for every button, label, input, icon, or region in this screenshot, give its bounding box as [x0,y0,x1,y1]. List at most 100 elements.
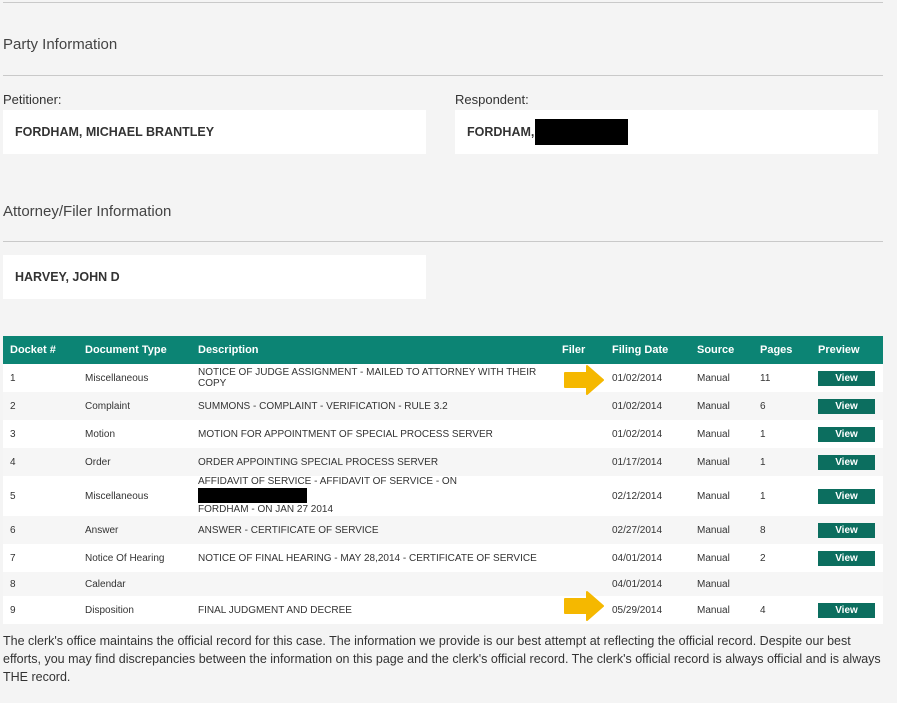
redaction-block [535,119,629,145]
document-type: Order [85,456,111,468]
pages: 2 [760,552,766,564]
petitioner-box: FORDHAM, MICHAEL BRANTLEY [3,110,426,154]
source: Manual [697,552,730,564]
attorney-info-title: Attorney/Filer Information [3,203,172,220]
source: Manual [697,490,730,502]
preview-cell: View [811,448,883,476]
table-row: 6 Answer ANSWER - CERTIFICATE OF SERVICE… [3,516,883,544]
pages: 1 [760,490,766,502]
table-row: 3 Motion MOTION FOR APPOINTMENT OF SPECI… [3,420,883,448]
preview-cell: View [811,392,883,420]
docket-number: 2 [10,400,16,412]
col-header-pages[interactable]: Pages [753,336,811,364]
filer [555,516,605,544]
source: Manual [697,604,730,616]
col-header-preview[interactable]: Preview [811,336,883,364]
pages: 8 [760,524,766,536]
description: SUMMONS - COMPLAINT - VERIFICATION - RUL… [198,400,448,412]
table-row: 9 Disposition FINAL JUDGMENT AND DECREE … [3,596,883,624]
docket-table: Docket # Document Type Description Filer… [3,336,883,624]
preview-cell [811,572,883,596]
table-row: 8 Calendar 04/01/2014 Manual [3,572,883,596]
table-row: 1 Miscellaneous NOTICE OF JUDGE ASSIGNME… [3,364,883,392]
preview-cell: View [811,476,883,516]
docket-number: 3 [10,428,16,440]
document-type: Disposition [85,604,134,616]
document-type: Miscellaneous [85,372,149,384]
preview-cell: View [811,596,883,624]
document-type: Motion [85,428,116,440]
view-button[interactable]: View [818,398,875,414]
description: MOTION FOR APPOINTMENT OF SPECIAL PROCES… [198,428,493,440]
col-header-filing-date[interactable]: Filing Date [605,336,690,364]
respondent-name: FORDHAM, [467,125,535,139]
document-type: Complaint [85,400,131,412]
view-button[interactable]: View [818,426,875,442]
docket-number: 4 [10,456,16,468]
preview-cell: View [811,364,883,392]
col-header-filer[interactable]: Filer [555,336,605,364]
respondent-label: Respondent: [455,92,529,107]
preview-cell: View [811,420,883,448]
filing-date: 01/02/2014 [612,428,663,440]
source: Manual [697,428,730,440]
filing-date: 01/02/2014 [612,400,663,412]
document-type: Calendar [85,578,126,590]
pages: 6 [760,400,766,412]
pages: 4 [760,604,766,616]
description: NOTICE OF FINAL HEARING - MAY 28,2014 - … [198,552,537,564]
docket-number: 8 [10,578,16,590]
preview-cell: View [811,544,883,572]
source: Manual [697,524,730,536]
view-button[interactable]: View [818,522,875,538]
description [191,572,555,596]
filer [555,448,605,476]
pages: 11 [760,372,771,384]
filing-date: 02/27/2014 [612,524,663,536]
col-header-document-type[interactable]: Document Type [78,336,191,364]
redaction-block [198,488,307,503]
document-type: Miscellaneous [85,490,149,502]
view-button[interactable]: View [818,602,875,618]
document-type: Answer [85,524,119,536]
pages: 1 [760,456,766,468]
petitioner-name: FORDHAM, MICHAEL BRANTLEY [15,125,215,139]
view-button[interactable]: View [818,550,875,566]
attorney-divider [3,241,883,242]
description: ANSWER - CERTIFICATE OF SERVICE [198,524,379,536]
view-button[interactable]: View [818,454,875,470]
view-button[interactable]: View [818,488,875,504]
source: Manual [697,400,730,412]
table-row: 2 Complaint SUMMONS - COMPLAINT - VERIFI… [3,392,883,420]
description: FINAL JUDGMENT AND DECREE [198,604,352,616]
pages: 1 [760,428,766,440]
source: Manual [697,372,730,384]
table-row: 7 Notice Of Hearing NOTICE OF FINAL HEAR… [3,544,883,572]
attorney-name: HARVEY, JOHN D [15,270,120,284]
filer [555,544,605,572]
description-line: AFFIDAVIT OF SERVICE - AFFIDAVIT OF SERV… [198,476,457,487]
source: Manual [697,456,730,468]
respondent-box: FORDHAM, [455,110,878,154]
table-header-row: Docket # Document Type Description Filer… [3,336,883,364]
description: NOTICE OF JUDGE ASSIGNMENT - MAILED TO A… [198,367,537,389]
description: AFFIDAVIT OF SERVICE - AFFIDAVIT OF SERV… [191,476,555,516]
col-header-description[interactable]: Description [191,336,555,364]
view-button[interactable]: View [818,370,875,386]
col-header-docket[interactable]: Docket # [3,336,78,364]
disclaimer-text: The clerk's office maintains the officia… [3,634,881,684]
docket-number: 9 [10,604,16,616]
description-line: FORDHAM - ON JAN 27 2014 [198,504,334,515]
source: Manual [697,578,730,590]
document-type: Notice Of Hearing [85,552,165,564]
filing-date: 04/01/2014 [612,552,663,564]
filer [555,420,605,448]
docket-number: 5 [10,490,16,502]
table-row: 4 Order ORDER APPOINTING SPECIAL PROCESS… [3,448,883,476]
col-header-source[interactable]: Source [690,336,753,364]
filing-date: 01/02/2014 [612,372,663,384]
filer [555,476,605,516]
docket-number: 1 [10,372,16,384]
filing-date: 04/01/2014 [612,578,663,590]
docket-number: 7 [10,552,16,564]
